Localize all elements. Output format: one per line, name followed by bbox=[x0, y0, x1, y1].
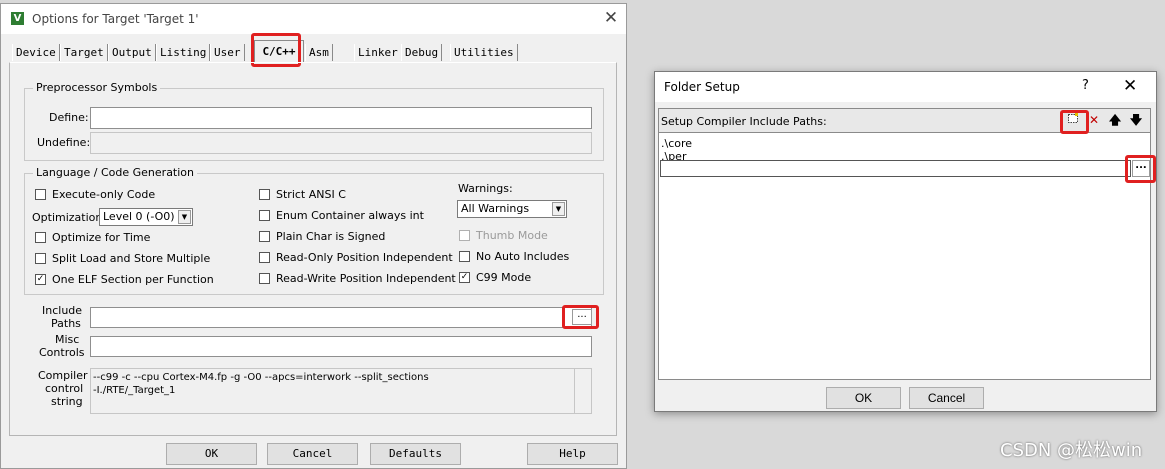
path-edit-input[interactable] bbox=[660, 160, 1131, 177]
compiler-control-string[interactable]: --c99 -c --cpu Cortex-M4.fp -g -O0 --apc… bbox=[90, 368, 592, 414]
delete-icon[interactable]: ✕ bbox=[1085, 112, 1103, 129]
compiler-control-scrollbar[interactable] bbox=[574, 369, 591, 413]
tab-c-cpp[interactable]: C/C++ bbox=[254, 40, 304, 63]
preprocessor-group: Preprocessor Symbols Define: Undefine: bbox=[24, 81, 604, 161]
chevron-down-icon: ▼ bbox=[178, 210, 191, 224]
execute-only-checkbox[interactable] bbox=[35, 189, 46, 200]
preprocessor-group-title: Preprocessor Symbols bbox=[33, 81, 161, 94]
defaults-button[interactable]: Defaults bbox=[370, 443, 461, 465]
one-elf-label: One ELF Section per Function bbox=[52, 273, 214, 286]
help-icon[interactable]: ? bbox=[1082, 78, 1089, 93]
compiler-label-line2: control bbox=[45, 382, 84, 395]
misc-controls-label-line1: Misc bbox=[55, 333, 80, 346]
optimization-value: Level 0 (-O0) bbox=[103, 210, 175, 223]
options-window-title: Options for Target 'Target 1' bbox=[32, 12, 199, 26]
folder-cancel-button[interactable]: Cancel bbox=[909, 387, 984, 409]
ro-pi-checkbox[interactable] bbox=[259, 252, 270, 263]
rw-pi-checkbox[interactable] bbox=[259, 273, 270, 284]
strict-ansi-label: Strict ANSI C bbox=[276, 188, 346, 201]
plain-char-checkbox[interactable] bbox=[259, 231, 270, 242]
define-input[interactable] bbox=[90, 107, 592, 129]
chevron-down-icon: ▼ bbox=[552, 202, 565, 216]
one-elf-checkbox[interactable]: ✓ bbox=[35, 274, 46, 285]
keil-app-icon: V bbox=[11, 12, 24, 25]
compiler-control-line1: --c99 -c --cpu Cortex-M4.fp -g -O0 --apc… bbox=[93, 372, 429, 383]
include-paths-header-label: Setup Compiler Include Paths: bbox=[661, 115, 827, 128]
compiler-control-line2: -I./RTE/_Target_1 bbox=[93, 385, 176, 396]
enum-container-checkbox[interactable] bbox=[259, 210, 270, 221]
tab-output[interactable]: Output bbox=[108, 44, 156, 61]
warnings-dropdown[interactable]: All Warnings ▼ bbox=[457, 200, 567, 218]
tab-device[interactable]: Device bbox=[12, 44, 60, 61]
tab-utilities[interactable]: Utilities bbox=[450, 44, 518, 61]
thumb-mode-label: Thumb Mode bbox=[476, 229, 548, 242]
folder-setup-title: Folder Setup bbox=[664, 80, 740, 94]
plain-char-label: Plain Char is Signed bbox=[276, 230, 386, 243]
include-paths-label-line1: Include bbox=[42, 304, 83, 317]
c99-mode-checkbox[interactable]: ✓ bbox=[459, 272, 470, 283]
ok-button[interactable]: OK bbox=[166, 443, 257, 465]
arrow-down-icon[interactable]: 🡇 bbox=[1127, 112, 1145, 129]
folder-ok-button[interactable]: OK bbox=[826, 387, 901, 409]
tab-user[interactable]: User bbox=[210, 44, 245, 61]
include-paths-label-line2: Paths bbox=[51, 317, 81, 330]
undefine-label: Undefine: bbox=[37, 136, 91, 149]
no-auto-includes-label: No Auto Includes bbox=[476, 250, 570, 263]
tab-target[interactable]: Target bbox=[60, 44, 108, 61]
help-button[interactable]: Help bbox=[527, 443, 618, 465]
language-group: Language / Code Generation Execute-only … bbox=[24, 166, 604, 295]
strict-ansi-checkbox[interactable] bbox=[259, 189, 270, 200]
compiler-label-line3: string bbox=[51, 395, 83, 408]
include-paths-list-header: Setup Compiler Include Paths: ✕ 🡅 🡇 bbox=[659, 109, 1150, 133]
ro-pi-label: Read-Only Position Independent bbox=[276, 251, 453, 264]
list-item[interactable]: .\core bbox=[661, 137, 692, 150]
include-paths-list: Setup Compiler Include Paths: ✕ 🡅 🡇 .\co… bbox=[658, 108, 1156, 380]
undefine-input[interactable] bbox=[90, 132, 592, 154]
close-icon[interactable]: ✕ bbox=[601, 8, 621, 28]
optimization-dropdown[interactable]: Level 0 (-O0) ▼ bbox=[99, 208, 193, 226]
split-load-checkbox[interactable] bbox=[35, 253, 46, 264]
new-folder-icon[interactable] bbox=[1064, 112, 1082, 129]
warnings-label: Warnings: bbox=[458, 182, 513, 195]
thumb-mode-checkbox[interactable] bbox=[459, 230, 470, 241]
tab-debug[interactable]: Debug bbox=[401, 44, 443, 61]
c99-mode-label: C99 Mode bbox=[476, 271, 532, 284]
warnings-value: All Warnings bbox=[461, 202, 530, 215]
optimize-time-checkbox[interactable] bbox=[35, 232, 46, 243]
cancel-button[interactable]: Cancel bbox=[267, 443, 358, 465]
include-paths-browse-button[interactable]: ... bbox=[572, 309, 592, 325]
tab-listing[interactable]: Listing bbox=[156, 44, 211, 61]
path-browse-button[interactable]: ... bbox=[1132, 160, 1150, 177]
folder-setup-dialog: Folder Setup ? ✕ Setup Compiler Include … bbox=[654, 71, 1157, 412]
optimization-label: Optimization: bbox=[32, 211, 107, 224]
define-label: Define: bbox=[49, 111, 89, 124]
no-auto-includes-checkbox[interactable] bbox=[459, 251, 470, 262]
tab-asm[interactable]: Asm bbox=[305, 44, 333, 61]
close-icon[interactable]: ✕ bbox=[1123, 76, 1137, 96]
watermark: CSDN @松松win bbox=[1000, 440, 1143, 461]
options-titlebar: V Options for Target 'Target 1' ✕ bbox=[1, 4, 626, 34]
options-window: V Options for Target 'Target 1' ✕ Device… bbox=[0, 3, 627, 469]
tab-linker[interactable]: Linker bbox=[354, 44, 402, 61]
split-load-label: Split Load and Store Multiple bbox=[52, 252, 211, 265]
compiler-label-line1: Compiler bbox=[38, 369, 88, 382]
language-group-title: Language / Code Generation bbox=[33, 166, 198, 179]
rw-pi-label: Read-Write Position Independent bbox=[276, 272, 456, 285]
c-cpp-panel: Preprocessor Symbols Define: Undefine: L… bbox=[9, 62, 617, 436]
misc-controls-input[interactable] bbox=[90, 336, 592, 357]
execute-only-label: Execute-only Code bbox=[52, 188, 156, 201]
enum-container-label: Enum Container always int bbox=[276, 209, 424, 222]
new-folder-glyph bbox=[1068, 113, 1078, 123]
arrow-up-icon[interactable]: 🡅 bbox=[1106, 112, 1124, 129]
misc-controls-label-line2: Controls bbox=[39, 346, 85, 359]
include-paths-input[interactable] bbox=[90, 307, 592, 328]
optimize-time-label: Optimize for Time bbox=[52, 231, 151, 244]
